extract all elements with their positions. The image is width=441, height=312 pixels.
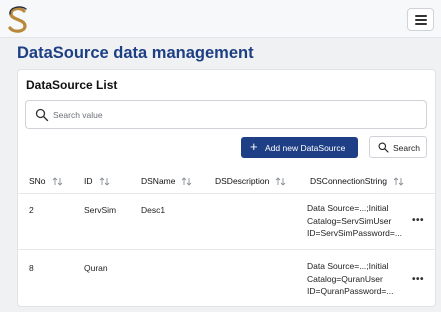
column-header-id[interactable]: ID xyxy=(84,176,110,186)
card-title: DataSource List xyxy=(26,78,118,92)
cell-dsname: Desc1 xyxy=(141,205,166,215)
cell-dsconnectionstring: Data Source=...;Initial Catalog=ServSimU… xyxy=(307,203,402,238)
column-header-dsconnectionstring[interactable]: DSConnectionString xyxy=(310,176,404,186)
plus-icon: + xyxy=(250,139,258,154)
sort-icon[interactable] xyxy=(275,176,286,186)
row-actions-button[interactable]: ••• xyxy=(412,215,424,226)
cell-dsconnectionstring: Data Source=...;Initial Catalog=QuranUse… xyxy=(307,261,394,296)
search-button-label: Search xyxy=(393,143,420,153)
cell-sno: 2 xyxy=(29,205,34,215)
search-button[interactable]: Search xyxy=(369,136,427,158)
row-actions-button[interactable]: ••• xyxy=(412,274,424,285)
cell-id: ServSim xyxy=(84,205,117,215)
column-header-dsdescription[interactable]: DSDescription xyxy=(215,176,286,186)
column-header-sno[interactable]: SNo xyxy=(29,176,63,186)
header-divider xyxy=(18,193,435,194)
sort-icon[interactable] xyxy=(52,176,63,186)
top-bar xyxy=(0,0,441,38)
search-icon xyxy=(35,108,49,122)
add-button-label: Add new DataSource xyxy=(265,143,346,153)
sort-icon[interactable] xyxy=(181,176,192,186)
page-title: DataSource data management xyxy=(17,44,254,62)
s-logo-icon[interactable] xyxy=(5,6,31,34)
sort-icon[interactable] xyxy=(99,176,110,186)
hamburger-menu-button[interactable] xyxy=(407,8,434,31)
search-input[interactable] xyxy=(53,106,413,124)
search-field[interactable] xyxy=(25,100,427,129)
sort-icon[interactable] xyxy=(393,176,404,186)
hamburger-menu-icon xyxy=(415,15,427,17)
cell-id: Quran xyxy=(84,263,108,273)
cell-sno: 8 xyxy=(29,263,34,273)
row-divider xyxy=(18,249,435,250)
add-new-datasource-button[interactable]: + Add new DataSource xyxy=(241,137,358,158)
datasource-list-card: DataSource List + Add new DataSource Sea… xyxy=(17,69,436,307)
column-header-dsname[interactable]: DSName xyxy=(141,176,192,186)
search-icon xyxy=(378,142,389,153)
